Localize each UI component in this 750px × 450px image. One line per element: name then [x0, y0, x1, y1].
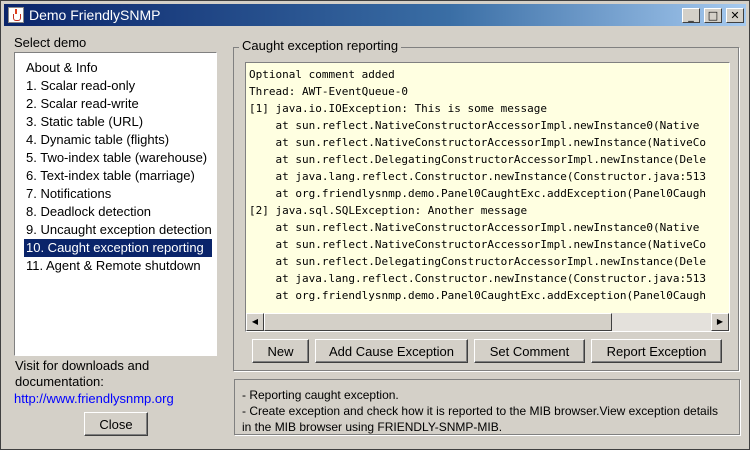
log-line: at sun.reflect.DelegatingConstructorAcce… [249, 255, 706, 268]
log-line: at org.friendlysnmp.demo.Panel0CaughtExc… [249, 187, 706, 200]
close-button[interactable]: Close [84, 412, 148, 436]
demo-list-item[interactable]: 7. Notifications [24, 185, 212, 203]
log-line: at org.friendlysnmp.demo.Panel0CaughtExc… [249, 289, 706, 302]
select-demo-label: Select demo [14, 35, 87, 50]
minimize-button[interactable]: _ [682, 8, 700, 23]
new-button[interactable]: New [252, 339, 309, 363]
demo-list-item[interactable]: 5. Two-index table (warehouse) [24, 149, 212, 167]
maximize-button[interactable]: □ [704, 8, 722, 23]
add-cause-exception-button[interactable]: Add Cause Exception [315, 339, 468, 363]
scroll-thumb[interactable] [264, 313, 612, 331]
demo-list-item[interactable]: 1. Scalar read-only [24, 77, 212, 95]
log-line: at sun.reflect.NativeConstructorAccessor… [249, 238, 706, 251]
close-window-button[interactable]: ✕ [726, 8, 744, 23]
demo-list-item[interactable]: 3. Static table (URL) [24, 113, 212, 131]
log-line: at sun.reflect.NativeConstructorAccessor… [249, 119, 700, 132]
demo-list-item[interactable]: 10. Caught exception reporting [24, 239, 212, 257]
window-title: Demo FriendlySNMP [29, 7, 161, 23]
demo-list[interactable]: About & Info 1. Scalar read-only 2. Scalar… [14, 52, 217, 356]
visit-text: Visit for downloads and documentation: [15, 358, 150, 389]
website-link[interactable]: http://www.friendlysnmp.org [14, 391, 174, 406]
info-line-1: - Reporting caught exception. [242, 388, 399, 402]
exception-log-text: Optional comment added Thread: AWT-EventQ… [249, 66, 729, 311]
log-line: at java.lang.reflect.Constructor.newInst… [249, 272, 706, 285]
demo-list-item[interactable]: 9. Uncaught exception detection [24, 221, 212, 239]
title-bar[interactable]: Demo FriendlySNMP _ □ ✕ [4, 4, 746, 26]
log-line: at sun.reflect.DelegatingConstructorAcce… [249, 153, 706, 166]
group-title: Caught exception reporting [239, 38, 402, 53]
java-app-icon [8, 7, 24, 23]
log-line: Thread: AWT-EventQueue-0 [249, 85, 408, 98]
app-window: Demo FriendlySNMP _ □ ✕ Select demo Abou… [0, 0, 750, 450]
scroll-left-icon[interactable]: ◀ [246, 313, 264, 331]
exception-log-area[interactable]: Optional comment added Thread: AWT-EventQ… [245, 62, 730, 332]
demo-list-item[interactable]: 11. Agent & Remote shutdown [24, 257, 212, 275]
info-line-2: - Create exception and check how it is r… [242, 404, 719, 418]
set-comment-button[interactable]: Set Comment [474, 339, 585, 363]
scroll-right-icon[interactable]: ▶ [711, 313, 729, 331]
demo-list-item[interactable]: 2. Scalar read-write [24, 95, 212, 113]
report-exception-button[interactable]: Report Exception [591, 339, 722, 363]
log-line: [2] java.sql.SQLException: Another messa… [249, 204, 528, 217]
log-line: [1] java.io.IOException: This is some me… [249, 102, 548, 115]
log-line: at java.lang.reflect.Constructor.newInst… [249, 170, 706, 183]
demo-list-item[interactable]: 8. Deadlock detection [24, 203, 212, 221]
log-line: at sun.reflect.NativeConstructorAccessor… [249, 136, 706, 149]
info-line-3: in the MIB browser using FRIENDLY-SNMP-M… [242, 420, 503, 434]
log-line: Optional comment added [249, 68, 395, 81]
log-line: at sun.reflect.NativeConstructorAccessor… [249, 221, 700, 234]
demo-list-item[interactable]: 6. Text-index table (marriage) [24, 167, 212, 185]
demo-list-item[interactable]: About & Info [24, 59, 212, 77]
horizontal-scrollbar[interactable]: ◀ ▶ [246, 313, 729, 331]
demo-list-item[interactable]: 4. Dynamic table (flights) [24, 131, 212, 149]
demo-list-items: About & Info 1. Scalar read-only 2. Scalar… [24, 59, 212, 275]
